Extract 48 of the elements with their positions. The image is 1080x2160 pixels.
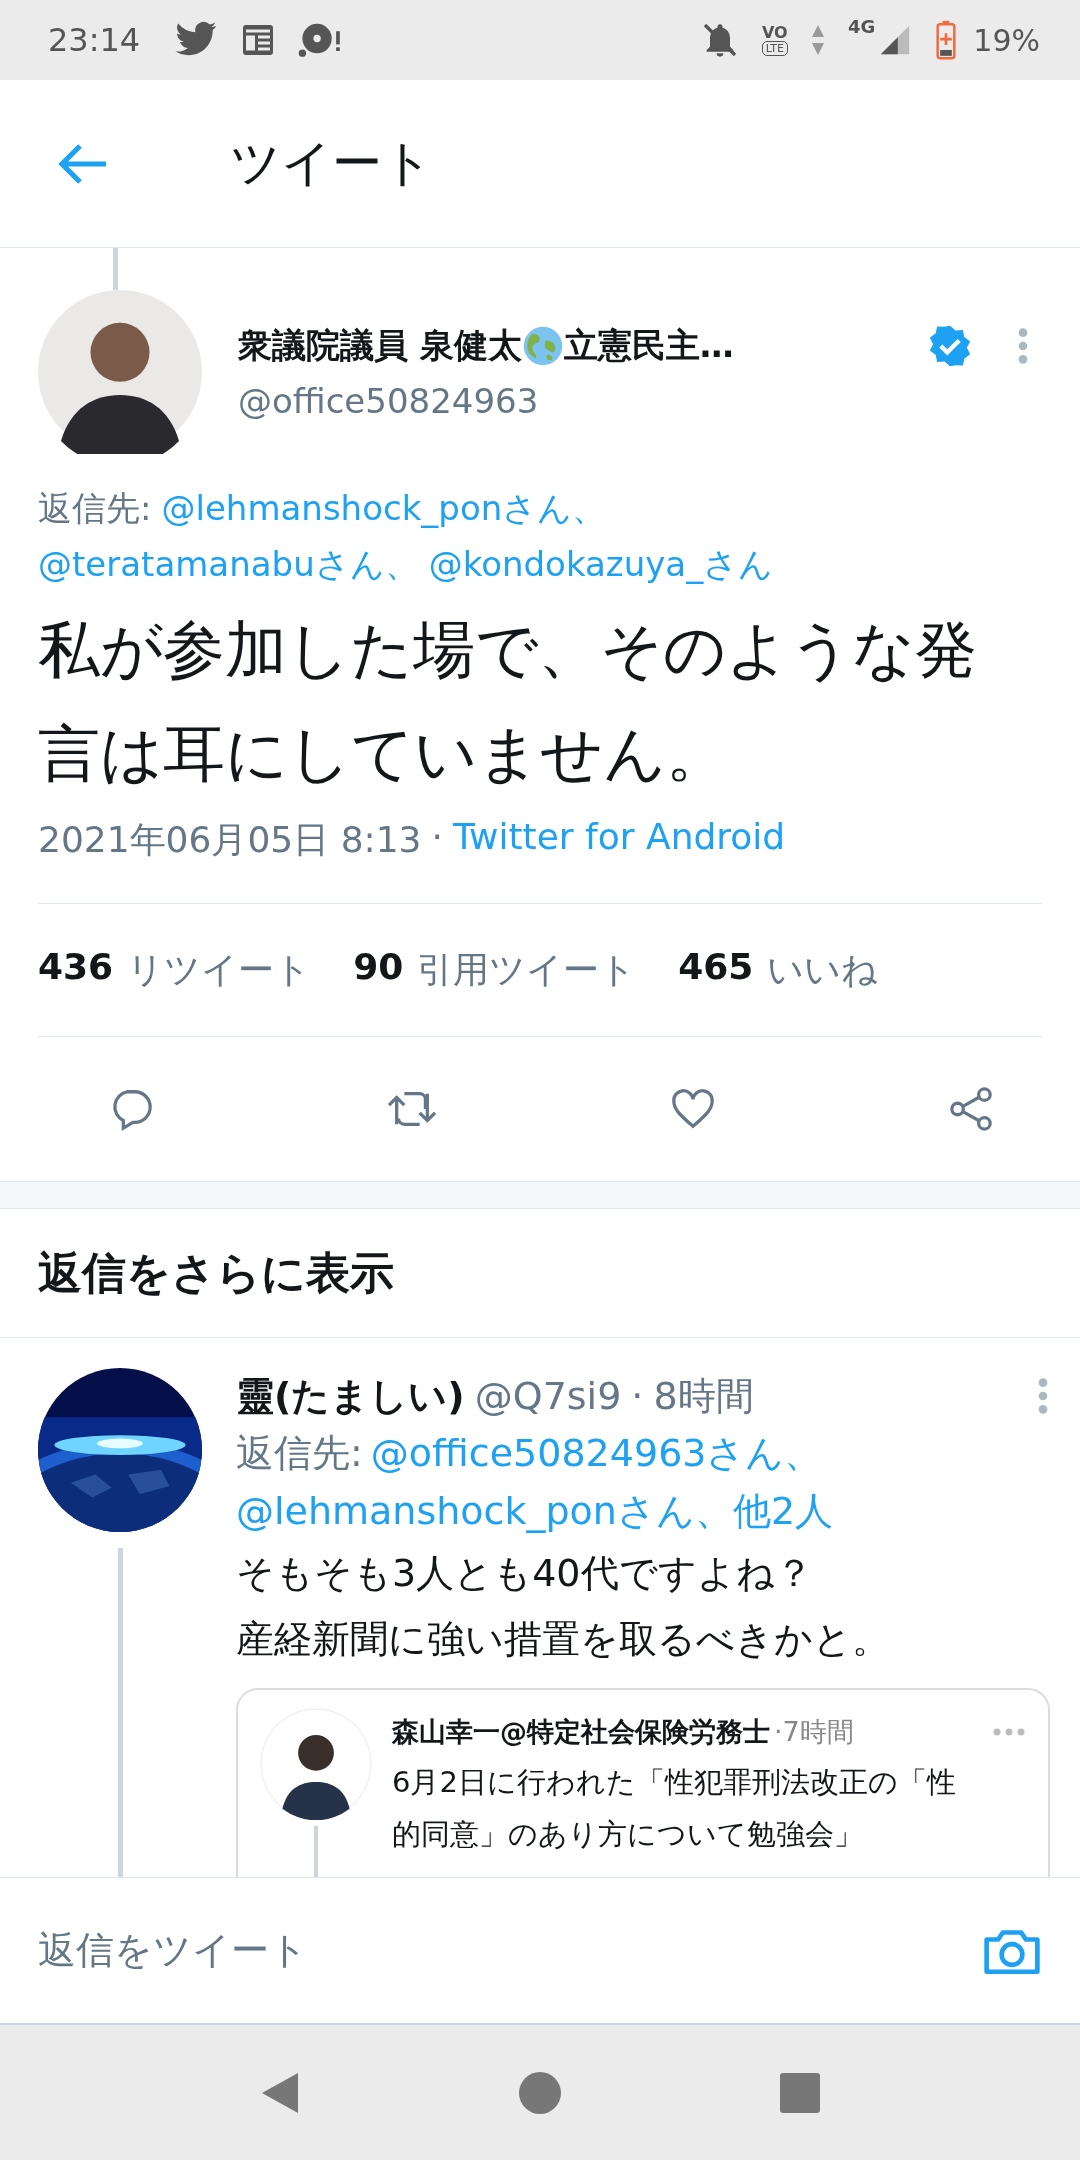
battery-icon (935, 20, 958, 60)
tweet-text: 言は耳にしていません。 (38, 716, 729, 792)
more-options-icon (992, 1727, 1026, 1737)
separator-dot: · (431, 816, 443, 859)
quoted-author-name: 森山幸一@特定社会保険労務士 (392, 1715, 770, 1749)
globe-icon (521, 325, 564, 367)
recents-icon[interactable] (778, 2070, 822, 2115)
disc-alert-icon (298, 22, 343, 58)
stat-count: 465 (678, 945, 754, 989)
battery-percentage: 19% (973, 22, 1040, 58)
stat-label[interactable]: いいね (767, 945, 879, 995)
reply-to-label: 返信先: (236, 1430, 363, 1477)
tweet-text: 私が参加した場で、そのような発 (38, 612, 978, 688)
mention-link[interactable]: @lehmanshock_ponさん、 (161, 480, 607, 536)
section-heading[interactable]: 返信をさらに表示 (38, 1243, 394, 1303)
status-time: 23:14 (48, 21, 141, 59)
more-options-icon[interactable] (1016, 326, 1030, 366)
stat-label[interactable]: リツイート (127, 945, 312, 995)
mention-link[interactable]: @office50824963さん、 (370, 1424, 823, 1482)
reply-text: 産経新聞に強い措置を取るべきかと。 (236, 1616, 891, 1663)
quoted-text: 6月2日に行われた「性犯罪刑法改正の「性 (392, 1764, 957, 1801)
home-icon[interactable] (518, 2070, 562, 2115)
quoted-tweet-card[interactable]: 森山幸一@特定社会保険労務士·7時間 6月2日に行われた「性犯罪刑法改正の「性 的同意」のあり方について勉強会」 (236, 1688, 1050, 1877)
stat-label[interactable]: 引用ツイート (417, 945, 637, 995)
network-type: 4G (848, 16, 876, 37)
stat-count: 436 (38, 945, 114, 989)
reply-text: そもそも3人とも40代ですよね？ (236, 1550, 814, 1597)
reply-field[interactable]: 返信をツイート (38, 1925, 308, 1976)
stat-count: 90 (353, 945, 404, 989)
page-title: ツイート (230, 133, 433, 194)
volte-indicator: VO LTE (761, 24, 788, 56)
tweet-date: 2021年06月05日 8:13 (38, 818, 422, 862)
source-link[interactable]: Twitter for Android (453, 816, 786, 865)
author-handle: @office50824963 (238, 381, 540, 421)
share-icon[interactable] (948, 1086, 994, 1132)
quoted-time: ·7時間 (774, 1715, 854, 1749)
author-name-continued: 立憲民主… (563, 324, 734, 367)
reply-time: 8時間 (653, 1372, 754, 1420)
mention-link[interactable]: @kondokazuya_さん (428, 536, 774, 592)
mention-link[interactable]: @lehmanshock_ponさん、他2人 (236, 1482, 834, 1540)
reply-to-label: 返信先: (38, 487, 152, 530)
author-name: 衆議院議員 泉健太 (238, 324, 522, 367)
quoted-text: 的同意」のあり方について勉強会」 (392, 1816, 864, 1853)
mention-link[interactable]: @teratamanabuさん、 (38, 536, 419, 592)
reply-author-name: 靈(たましい) (236, 1372, 465, 1420)
more-options-icon[interactable] (1036, 1376, 1050, 1416)
separator-dot: · (631, 1374, 644, 1418)
reply-author-handle: @Q7si9 (474, 1374, 622, 1418)
